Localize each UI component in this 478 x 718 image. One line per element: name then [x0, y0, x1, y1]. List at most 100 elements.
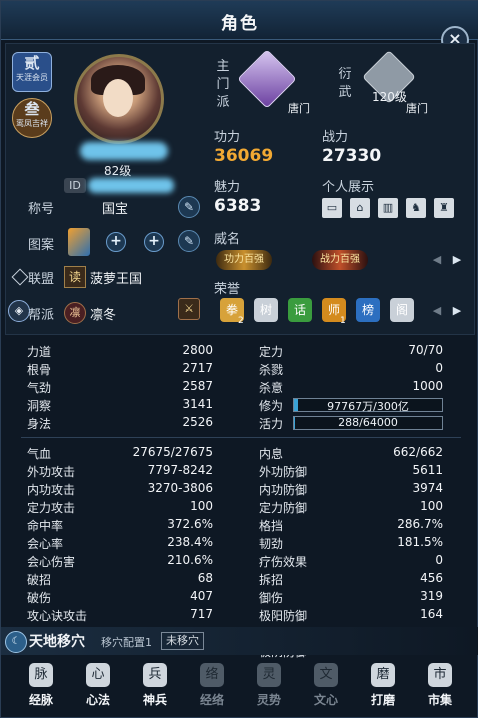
stat-name: 会心伤害: [27, 555, 76, 569]
stat-name: 格挡: [259, 519, 284, 533]
stat-value: 70/70: [408, 343, 443, 357]
alliance-diamond-icon: [11, 268, 29, 286]
meridian-network-icon: 络: [200, 663, 224, 687]
stat-value: 2587: [182, 379, 213, 393]
meridian-icon: 脉: [29, 663, 53, 687]
tree-icon[interactable]: 树: [254, 298, 278, 322]
xiuwei-bar: 97767万/300亿: [293, 398, 443, 413]
fame-prev-arrow-icon[interactable]: ◀: [432, 253, 442, 267]
showcase-label: 个人展示: [322, 180, 375, 195]
faction-name[interactable]: 凛冬: [90, 304, 116, 323]
skill-status[interactable]: 未移穴: [161, 632, 204, 650]
alliance-label: 联盟: [28, 272, 55, 287]
nav-label: 经络: [199, 693, 224, 707]
nav-item-hammer[interactable]: 磨打磨: [363, 663, 403, 717]
stat-name: 杀戮: [259, 363, 284, 377]
title-label: 称号: [28, 202, 55, 217]
honor-label: 荣誉: [214, 282, 241, 297]
stat-value: 238.4%: [167, 535, 213, 549]
stat-name: 气血: [27, 447, 52, 461]
stat-value: 27675/27675: [132, 445, 213, 459]
nav-item-meridian-network[interactable]: 络经络: [192, 663, 232, 717]
rank-icon[interactable]: 榜: [356, 298, 380, 322]
stat-value: 100: [190, 499, 213, 513]
skill-config[interactable]: 移穴配置1: [101, 634, 152, 650]
huoli-bar-text: 288/64000: [338, 416, 398, 429]
spirit-icon: 灵: [257, 663, 281, 687]
derived-sect-label: 衍 武: [338, 66, 352, 102]
fortune-badge[interactable]: 叁 鸾凤吉祥: [12, 98, 52, 138]
stat-value: 319: [420, 589, 443, 603]
honor-prev-arrow-icon[interactable]: ◀: [432, 304, 442, 318]
stat-value: 3270-3806: [147, 481, 213, 495]
fame-pill-power[interactable]: 功力百强: [216, 250, 272, 270]
scroll-icon: 文: [314, 663, 338, 687]
stat-name: 洞察: [27, 399, 52, 413]
edit-title-button[interactable]: ✎: [178, 196, 200, 218]
character-panel: 角色 × 贰 天涯会员 叁 鸾凤吉祥 82级 ID 称号 国宝 ✎ 图案 + +…: [0, 0, 478, 718]
badge-rank: 贰: [24, 54, 40, 72]
stat-name: 定力防御: [259, 501, 308, 515]
stat-value: 3974: [412, 481, 443, 495]
fame-pill-combat[interactable]: 战力百强: [312, 250, 368, 270]
stat-value: 2526: [182, 415, 213, 429]
stat-name: 韧劲: [259, 537, 284, 551]
badge-rank: 叁: [24, 100, 40, 118]
stat-value: 2800: [182, 343, 213, 357]
badge-label: 天涯会员: [16, 73, 48, 82]
stat-value: 3141: [182, 397, 213, 411]
membership-badge[interactable]: 贰 天涯会员: [12, 52, 52, 92]
huoli-bar: 288/64000: [293, 416, 443, 430]
honor-next-arrow-icon[interactable]: ▶: [452, 304, 462, 318]
bottom-nav: 脉经脉心心法兵神兵络经络灵灵势文文心磨打磨市市集: [1, 663, 478, 717]
faction-emblem-icon: 凛: [64, 302, 86, 324]
nav-label: 神兵: [142, 693, 167, 707]
stat-value: 372.6%: [167, 517, 213, 531]
weapon-icon: 兵: [143, 663, 167, 687]
faction-label: 帮派: [28, 308, 55, 323]
stat-name: 力道: [27, 345, 52, 359]
stat-value: 286.7%: [397, 517, 443, 531]
nav-item-heart-skill[interactable]: 心心法: [78, 663, 118, 717]
talk-icon[interactable]: 话: [288, 298, 312, 322]
building-icon[interactable]: ▥: [378, 198, 398, 218]
title-value: 国宝: [102, 202, 129, 217]
add-pattern-button-1[interactable]: +: [106, 232, 126, 252]
stat-name: 内功攻击: [27, 483, 76, 497]
house-icon[interactable]: ⌂: [350, 198, 370, 218]
nav-item-weapon[interactable]: 兵神兵: [135, 663, 175, 717]
zhanli-value: 27330: [322, 146, 382, 166]
stat-name: 根骨: [27, 363, 52, 377]
nav-item-spirit[interactable]: 灵灵势: [249, 663, 289, 717]
edit-pattern-button[interactable]: ✎: [178, 230, 200, 252]
nav-item-scroll[interactable]: 文文心: [306, 663, 346, 717]
stat-value: 5611: [412, 463, 443, 477]
alliance-name[interactable]: 菠萝王国: [90, 268, 142, 287]
faction-rank-icon[interactable]: ⚔: [178, 298, 200, 320]
stat-name: 攻心诀攻击: [27, 609, 88, 623]
outfit-icon[interactable]: ♜: [434, 198, 454, 218]
stat-name: 极阳防御: [259, 609, 308, 623]
add-pattern-button-2[interactable]: +: [144, 232, 164, 252]
charm-value: 6383: [214, 196, 262, 216]
avatar[interactable]: [74, 54, 164, 144]
mount-icon[interactable]: ♞: [406, 198, 426, 218]
nav-item-meridian[interactable]: 脉经脉: [21, 663, 61, 717]
fame-next-arrow-icon[interactable]: ▶: [452, 253, 462, 267]
honor-count: 2: [238, 316, 244, 326]
stats-section: 力道 2800 根骨 2717 气劲 2587 洞察 3141 身法 2526 定力 70/70 杀戮…: [1, 335, 478, 659]
stat-value: 0: [435, 553, 443, 567]
palace-icon[interactable]: 阁: [390, 298, 414, 322]
pattern-icon[interactable]: [68, 228, 90, 256]
stat-value: 662/662: [393, 445, 443, 459]
main-sect-label: 主 门 派: [216, 58, 230, 112]
derived-sect-level: 120级: [372, 90, 407, 104]
hammer-icon: 磨: [371, 663, 395, 687]
stat-value: 210.6%: [167, 553, 213, 567]
nav-item-market[interactable]: 市市集: [420, 663, 460, 717]
stat-value: 164: [420, 607, 443, 621]
pattern-label: 图案: [28, 238, 55, 253]
title-bar: 角色: [1, 1, 478, 40]
stat-name: 破招: [27, 573, 52, 587]
id-card-icon[interactable]: ▭: [322, 198, 342, 218]
